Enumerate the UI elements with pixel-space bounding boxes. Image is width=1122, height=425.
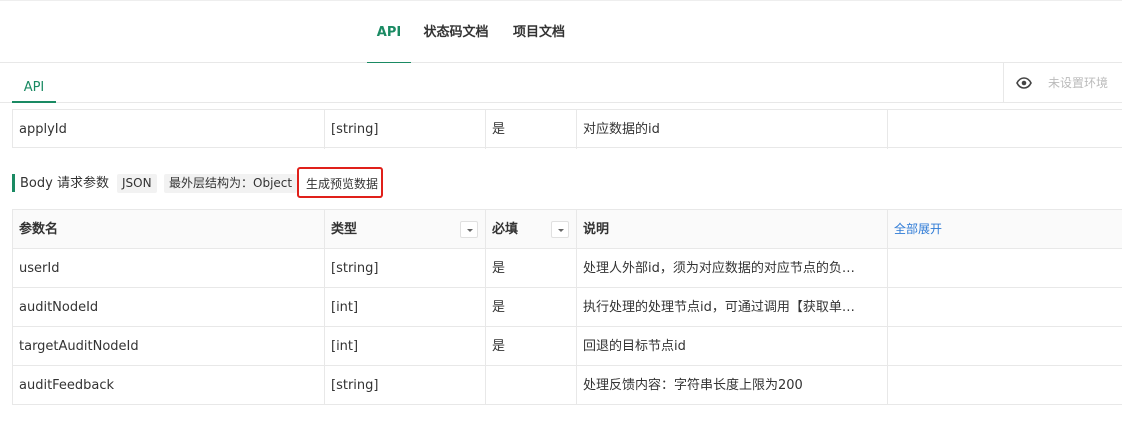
param-name: userId — [19, 261, 60, 276]
param-required: 是 — [485, 288, 576, 327]
param-description: 对应数据的id — [576, 110, 887, 149]
param-description: 处理反馈内容：字符串长度上限为200 — [576, 366, 887, 405]
tab-api[interactable]: API — [367, 1, 411, 64]
param-type: [int] — [324, 327, 485, 366]
header-description: 说明 — [576, 210, 887, 249]
required-filter-dropdown-icon[interactable] — [551, 221, 569, 238]
generate-preview-label: 生成预览数据 — [306, 177, 379, 191]
environment-placeholder: 未设置环境 — [1048, 76, 1109, 90]
table-header-row: 参数名 类型 必填 说明 全部展开 — [13, 210, 1122, 249]
header-param-name: 参数名 — [19, 222, 59, 237]
param-extra — [887, 366, 1122, 405]
section-title: Body 请求参数 — [20, 176, 109, 191]
expand-all-link[interactable]: 全部展开 — [887, 210, 1122, 249]
type-filter-dropdown-icon[interactable] — [460, 221, 478, 238]
tab-status-code-docs[interactable]: 状态码文档 — [418, 1, 494, 63]
section-accent-bar — [12, 174, 15, 192]
param-name: applyId — [19, 122, 67, 137]
query-params-table: applyId [string] 是 对应数据的id — [12, 109, 1122, 149]
param-name: auditNodeId — [19, 300, 99, 315]
param-extra — [887, 110, 1122, 149]
param-type: [string] — [324, 366, 485, 405]
format-tag: JSON — [117, 174, 157, 193]
param-required: 是 — [485, 327, 576, 366]
table-row: targetAuditNodeId [int] 是 回退的目标节点id — [13, 327, 1122, 366]
environment-selector[interactable]: 未设置环境 — [1003, 63, 1122, 103]
tab-project-docs[interactable]: 项目文档 — [506, 1, 572, 63]
param-type: [string] — [324, 110, 485, 149]
param-type: [string] — [324, 249, 485, 288]
param-required — [485, 366, 576, 405]
table-row: userId [string] 是 处理人外部id，须为对应数据的对应节点的负… — [13, 249, 1122, 288]
eye-icon[interactable] — [1016, 75, 1032, 91]
param-name: targetAuditNodeId — [19, 339, 139, 354]
body-params-table: 参数名 类型 必填 说明 全部展开 userId [string] 是 处理人外… — [12, 209, 1122, 405]
param-description: 执行处理的处理节点id，可通过调用【获取单… — [576, 288, 887, 327]
table-row: applyId [string] 是 对应数据的id — [13, 110, 1122, 149]
param-description: 回退的目标节点id — [576, 327, 887, 366]
structure-tag: 最外层结构为：Object — [164, 174, 298, 193]
param-required: 是 — [485, 249, 576, 288]
param-extra — [887, 249, 1122, 288]
table-row: auditFeedback [string] 处理反馈内容：字符串长度上限为20… — [13, 366, 1122, 405]
param-description: 处理人外部id，须为对应数据的对应节点的负… — [576, 249, 887, 288]
generate-preview-button[interactable]: 生成预览数据 — [297, 167, 383, 198]
param-name: auditFeedback — [19, 378, 115, 393]
top-tab-bar: API 状态码文档 项目文档 — [0, 0, 1122, 64]
param-extra — [887, 327, 1122, 366]
sub-tab-bar: API 未设置环境 — [0, 63, 1122, 103]
param-extra — [887, 288, 1122, 327]
param-type: [int] — [324, 288, 485, 327]
subtab-api[interactable]: API — [12, 63, 56, 103]
table-row: auditNodeId [int] 是 执行处理的处理节点id，可通过调用【获取… — [13, 288, 1122, 327]
param-required: 是 — [485, 110, 576, 149]
